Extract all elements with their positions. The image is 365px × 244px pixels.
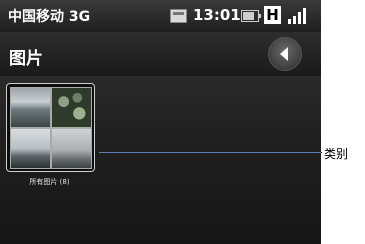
album-thumbnail — [51, 87, 92, 128]
sd-card-icon — [170, 9, 187, 23]
battery-icon — [241, 10, 261, 22]
signal-strength-icon — [287, 7, 311, 24]
back-button[interactable] — [268, 37, 302, 71]
carrier-label: 中国移动 3G — [8, 9, 91, 25]
signal-bar-1 — [288, 19, 291, 24]
callout-line-highlight — [99, 152, 321, 153]
callout-label: 类别 — [324, 147, 349, 161]
status-bar: 中国移动 3G 13:01 H — [0, 0, 321, 32]
album-grid: 所有图片 (8) — [0, 76, 321, 244]
title-bar: 图片 — [0, 32, 321, 76]
battery-fill — [243, 12, 254, 20]
signal-bar-3 — [298, 12, 301, 24]
album-thumbnail — [10, 87, 51, 128]
album-thumbnail — [10, 128, 51, 169]
album-thumbnail — [51, 128, 92, 169]
signal-bar-2 — [293, 16, 296, 24]
signal-bar-4 — [303, 8, 306, 24]
phone-screen: 中国移动 3G 13:01 H 图片 所有图片 (8) — [0, 0, 321, 244]
network-type-icon: H — [264, 6, 281, 24]
back-arrow-icon — [280, 47, 288, 61]
page-title: 图片 — [9, 49, 43, 69]
clock: 13:01 — [193, 6, 241, 24]
album-tile-all-pictures[interactable] — [6, 83, 95, 172]
album-label: 所有图片 (8) — [29, 178, 70, 186]
